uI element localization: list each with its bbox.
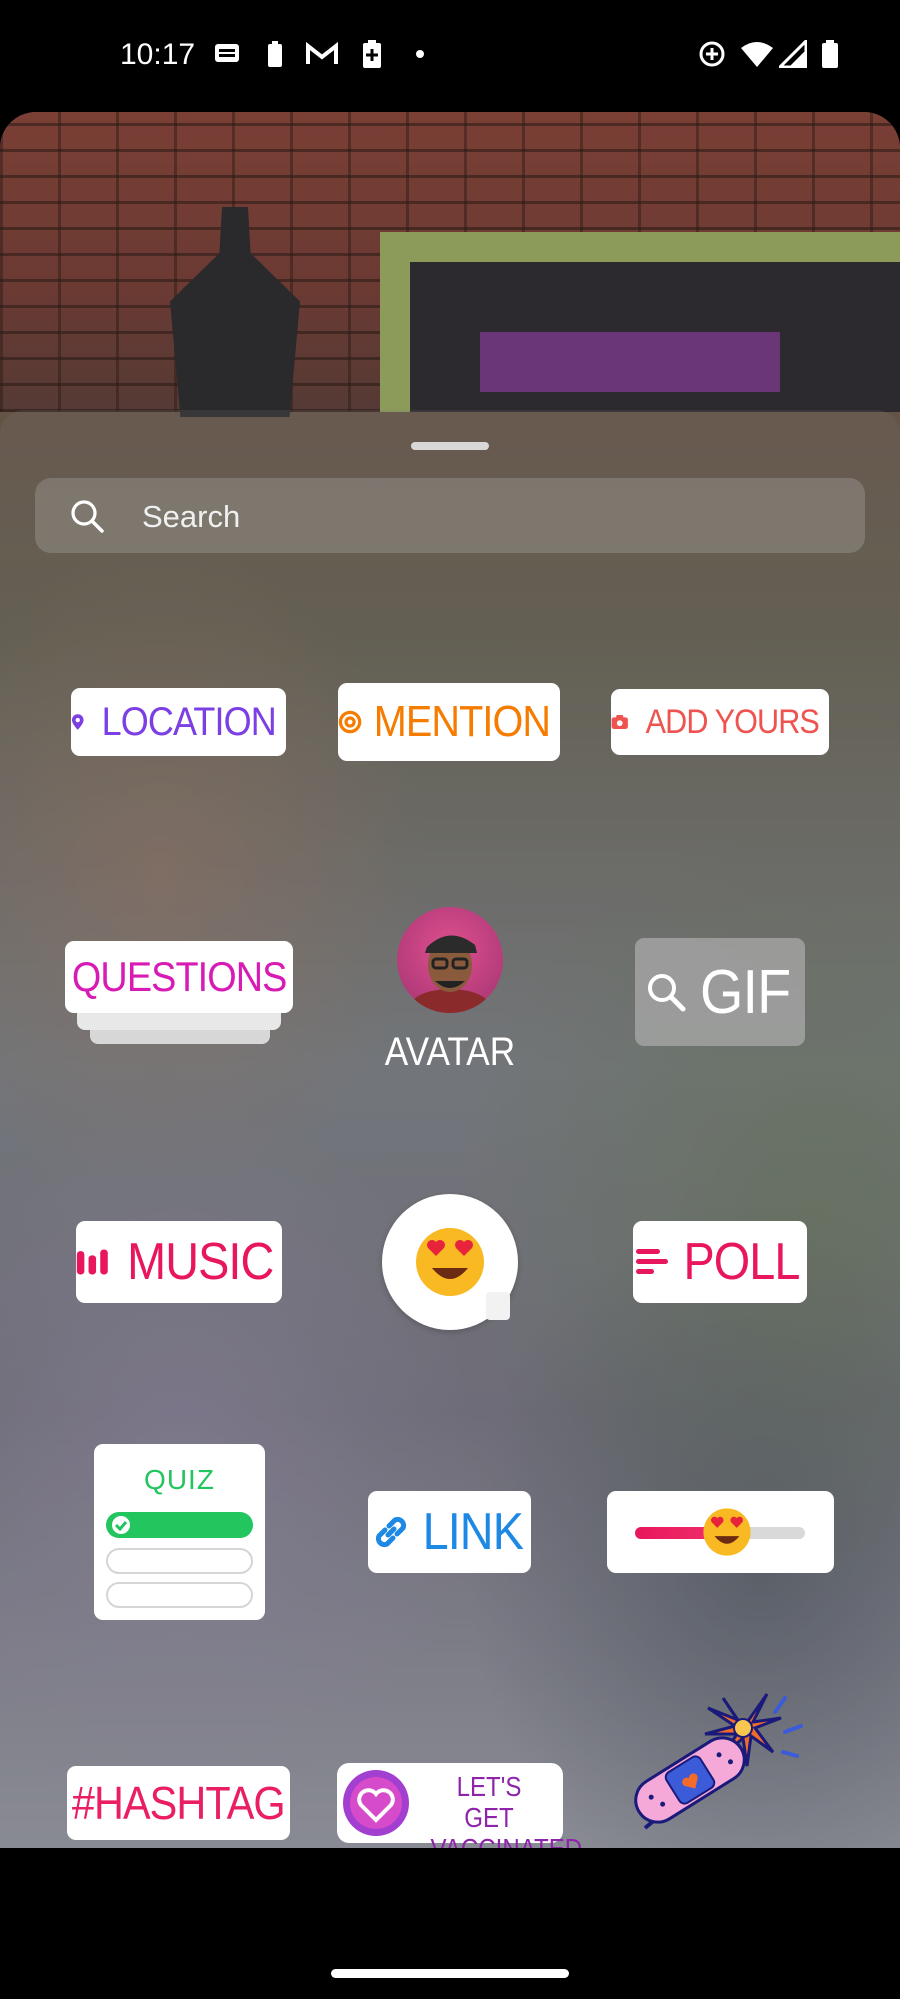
bandage-flower-illustration bbox=[634, 1693, 803, 1830]
emoji-sticker-corner bbox=[486, 1292, 510, 1320]
sticker-search-bar[interactable] bbox=[35, 478, 865, 555]
link-label: LINK bbox=[422, 1503, 523, 1561]
data-saver-icon bbox=[697, 38, 727, 70]
search-input[interactable] bbox=[140, 478, 844, 555]
checkmark-icon bbox=[112, 1516, 130, 1534]
slider-heart-eyes-emoji-icon[interactable] bbox=[702, 1507, 752, 1557]
battery-saver-icon bbox=[360, 38, 384, 70]
window-light bbox=[480, 332, 780, 392]
quiz-sticker[interactable]: QUIZ bbox=[94, 1444, 265, 1620]
location-sticker[interactable]: LOCATION bbox=[71, 688, 286, 756]
location-label: LOCATION bbox=[102, 699, 277, 744]
questions-sticker[interactable]: QUESTIONS bbox=[65, 941, 293, 1013]
camera-icon bbox=[611, 715, 628, 729]
quiz-option-3 bbox=[106, 1582, 253, 1608]
quiz-correct-option bbox=[106, 1512, 253, 1538]
wifi-icon bbox=[740, 38, 774, 70]
avatar-label: AVATAR bbox=[384, 1030, 516, 1074]
more-notifications-dot bbox=[412, 38, 428, 70]
music-label: MUSIC bbox=[127, 1233, 275, 1291]
mention-label: MENTION bbox=[373, 697, 551, 746]
avatar-sticker[interactable] bbox=[397, 907, 503, 1013]
battery-icon bbox=[820, 38, 840, 70]
mention-sticker[interactable]: MENTION bbox=[338, 683, 560, 761]
webtoon-notification-icon bbox=[212, 38, 244, 70]
add-yours-label: ADD YOURS bbox=[646, 702, 820, 741]
quiz-label: QUIZ bbox=[144, 1464, 215, 1495]
bandage-flower-sticker[interactable] bbox=[625, 1688, 815, 1843]
status-time: 10:17 bbox=[120, 38, 196, 71]
battery-notification-icon bbox=[265, 38, 285, 70]
search-icon bbox=[71, 500, 104, 533]
home-gesture-handle[interactable] bbox=[331, 1969, 569, 1978]
music-sticker[interactable]: MUSIC bbox=[76, 1221, 282, 1303]
gif-search-icon bbox=[647, 974, 686, 1012]
at-sign-icon bbox=[338, 710, 362, 734]
gif-sticker[interactable]: GIF bbox=[635, 938, 805, 1046]
vaccinated-line-1: LET'S GET bbox=[456, 1771, 522, 1833]
avatar-illustration bbox=[410, 935, 490, 1013]
link-sticker[interactable]: LINK bbox=[368, 1491, 531, 1573]
location-pin-icon bbox=[71, 714, 84, 730]
link-icon bbox=[375, 1516, 406, 1548]
lets-get-vaccinated-sticker[interactable]: LET'S GET VACCINATED bbox=[337, 1763, 582, 1864]
quiz-option-2 bbox=[106, 1548, 253, 1574]
emoji-slider-sticker[interactable] bbox=[607, 1491, 834, 1573]
gif-label: GIF bbox=[699, 957, 791, 1027]
drag-handle[interactable] bbox=[411, 442, 489, 450]
music-bars-icon bbox=[76, 1249, 108, 1275]
questions-label: QUESTIONS bbox=[71, 953, 287, 1000]
hashtag-label: #HASHTAG bbox=[72, 1777, 286, 1829]
hashtag-sticker[interactable]: #HASHTAG bbox=[67, 1766, 290, 1840]
sticker-tray bbox=[0, 410, 900, 1848]
status-bar: 10:17 bbox=[0, 0, 900, 112]
poll-sticker[interactable]: POLL bbox=[633, 1221, 807, 1303]
vaccinated-heart-icon bbox=[343, 1770, 409, 1836]
heart-eyes-emoji-icon bbox=[416, 1228, 484, 1296]
gmail-icon bbox=[305, 38, 339, 70]
poll-lines-icon bbox=[635, 1249, 668, 1274]
poll-label: POLL bbox=[682, 1233, 800, 1291]
cellular-signal-icon bbox=[778, 38, 808, 70]
add-yours-sticker[interactable]: ADD YOURS bbox=[611, 689, 829, 755]
